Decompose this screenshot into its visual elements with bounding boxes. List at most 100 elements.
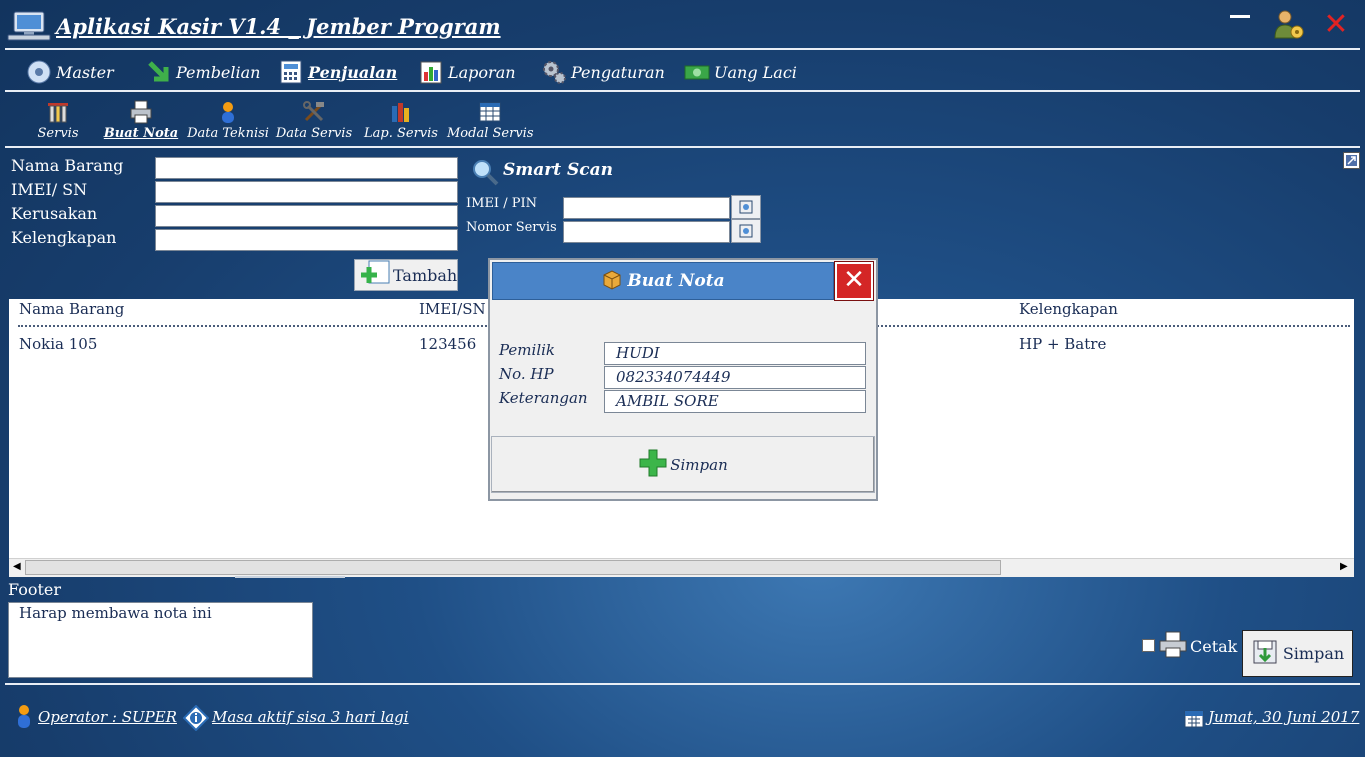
menu-laporan-label: Laporan [448,62,516,82]
user-settings-icon[interactable] [1272,8,1306,42]
maximize-panel-icon[interactable] [1343,152,1360,169]
computer-app-icon [6,10,52,42]
dialog-title-bar: Buat Nota [492,262,834,300]
pemilik-label: Pemilik [499,341,556,359]
cetak-option[interactable]: Cetak [1158,630,1237,662]
no-hp-input[interactable]: 082334074449 [604,366,866,389]
printer-icon [1158,630,1188,662]
nomor-servis-input[interactable] [563,221,730,243]
person-icon [216,100,240,124]
cetak-label: Cetak [1190,636,1238,656]
subtool-data-teknisi[interactable]: Data Teknisi [185,98,271,144]
tambah-button[interactable]: Tambah [354,259,458,291]
subtool-modal-servis-label: Modal Servis [447,126,534,141]
menu-laporan[interactable]: Laporan [418,57,516,87]
subtool-buat-nota[interactable]: Buat Nota [98,98,184,144]
menu-pembelian-label: Pembelian [176,62,261,82]
menu-pengaturan-label: Pengaturan [571,62,665,82]
save-icon [1251,638,1279,670]
pemilik-input[interactable]: HUDI [604,342,866,365]
scroll-right-icon[interactable]: ▶ [1340,561,1348,572]
table-icon [478,100,502,124]
tools-icon [302,100,326,124]
scan-servis-button[interactable] [731,219,761,243]
dialog-title: Buat Nota [627,271,725,291]
money-icon [684,59,710,85]
books-icon [389,100,413,124]
menu-pengaturan[interactable]: Pengaturan [541,57,665,87]
operator-icon [14,703,34,729]
subtool-data-servis-label: Data Servis [275,126,353,141]
imei-label: IMEI/ SN [11,180,88,199]
imei-input[interactable] [155,181,458,203]
menu-uang-laci-label: Uang Laci [714,62,797,82]
title-divider [5,48,1360,50]
minimize-button[interactable] [1226,6,1254,28]
status-divider [5,683,1360,685]
info-icon [182,704,210,732]
scroll-thumb[interactable] [25,560,1001,575]
subtool-servis-label: Servis [37,126,79,141]
app-title: Aplikasi Kasir V1.4 _ Jember Program [56,14,501,39]
subtool-buat-nota-label: Buat Nota [103,126,179,141]
dialog-close-button[interactable]: ✕ [834,261,874,301]
scroll-left-icon[interactable]: ◀ [13,561,21,572]
dialog-simpan-label: Simpan [670,455,728,474]
report-chart-icon [418,59,444,85]
menu-uang-laci[interactable]: Uang Laci [684,57,797,87]
dialog-simpan-button[interactable]: Simpan [491,436,875,493]
magnifier-icon [470,158,500,186]
scan-imei-button[interactable] [731,195,761,219]
keterangan-input[interactable]: AMBIL SORE [604,390,866,413]
menu-penjualan[interactable]: Penjualan [278,57,397,87]
nama-barang-input[interactable] [155,157,458,179]
plus-icon [638,448,668,482]
smart-scan-title: Smart Scan [503,160,614,180]
simpan-button[interactable]: Simpan [1242,630,1353,677]
footer-label: Footer [8,580,62,599]
printer-icon [129,100,153,124]
kelengkapan-label: Kelengkapan [11,228,117,247]
imei-pin-label: IMEI / PIN [466,196,537,211]
kerusakan-input[interactable] [155,205,458,227]
menu-master[interactable]: Master [26,57,114,87]
kelengkapan-input[interactable] [155,229,458,251]
splitter-handle[interactable] [235,576,345,578]
row-0-imei[interactable]: 123456 [419,335,476,353]
download-arrow-icon [146,59,172,85]
menu-master-label: Master [56,62,114,82]
phone-repair-icon [46,100,70,124]
menu-pembelian[interactable]: Pembelian [146,57,260,87]
subtool-data-servis[interactable]: Data Servis [271,98,357,144]
col-kelengkapan: Kelengkapan [1019,300,1118,318]
close-app-button[interactable]: ✕ [1320,10,1352,40]
date-link[interactable]: Jumat, 30 Juni 2017 [1208,708,1359,726]
simpan-label: Simpan [1282,644,1345,663]
row-0-kelengkapan[interactable]: HP + Batre [1019,335,1106,353]
toolbar-divider [5,146,1360,148]
cetak-checkbox[interactable] [1142,639,1155,652]
operator-link[interactable]: Operator : SUPER [38,708,177,726]
subtool-modal-servis[interactable]: Modal Servis [447,98,534,144]
subtool-lap-servis-label: Lap. Servis [364,126,438,141]
menu-penjualan-label: Penjualan [308,62,398,82]
row-0-nama-barang[interactable]: Nokia 105 [19,335,97,353]
no-hp-label: No. HP [499,365,554,383]
subtool-data-teknisi-label: Data Teknisi [187,126,269,141]
footer-textarea[interactable]: Harap membawa nota ini [8,602,313,678]
masa-aktif-link[interactable]: Masa aktif sisa 3 hari lagi [212,708,409,726]
add-plus-icon [359,259,391,291]
box-icon [601,268,623,295]
col-imei-sn: IMEI/SN [419,300,486,318]
nomor-servis-label: Nomor Servis [466,220,557,235]
disc-icon [26,59,52,85]
col-nama-barang: Nama Barang [19,300,125,318]
subtool-servis[interactable]: Servis [15,98,101,144]
gears-icon [541,59,567,85]
menu-divider [5,90,1360,92]
imei-pin-input[interactable] [563,197,730,219]
calendar-icon [1183,707,1205,729]
keterangan-label: Keterangan [499,389,588,407]
subtool-lap-servis[interactable]: Lap. Servis [358,98,444,144]
tambah-label: Tambah [393,265,458,285]
